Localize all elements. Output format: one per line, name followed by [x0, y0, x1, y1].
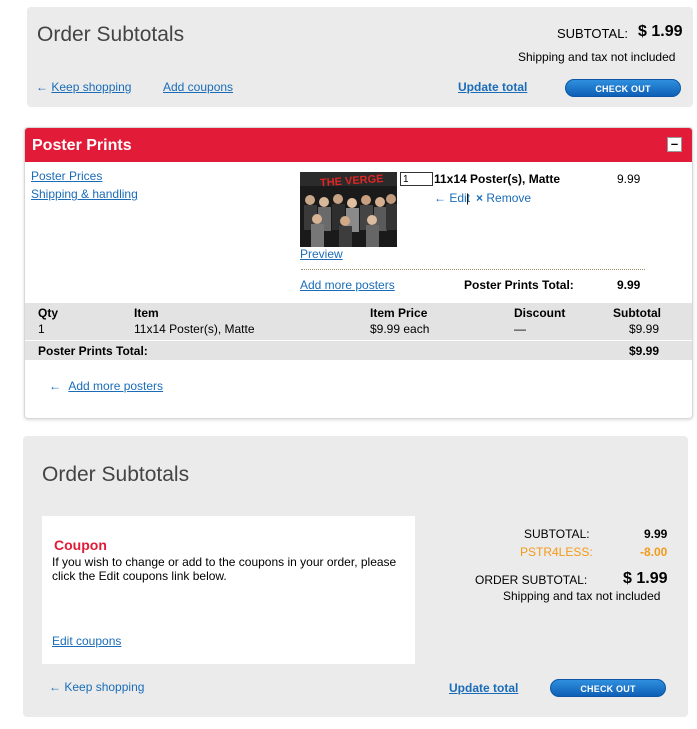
section-total-label: Poster Prints Total: [464, 278, 574, 292]
top-shipping-note: Shipping and tax not included [518, 50, 676, 64]
poster-thumbnail-image: THE VERGE [300, 172, 397, 247]
top-checkout-button[interactable]: CHECK OUT [565, 79, 681, 97]
add-coupons-link[interactable]: Add coupons [163, 80, 233, 94]
add-more-posters-bottom-link[interactable]: ← Add more posters [49, 379, 163, 393]
quantity-input[interactable] [400, 172, 433, 186]
table-row-discount: — [514, 322, 526, 336]
table-total-value: $9.99 [629, 344, 660, 358]
back-arrow-icon: ← [49, 379, 61, 393]
poster-prints-title: Poster Prints [32, 137, 132, 154]
top-keep-shopping-link[interactable]: ← Keep shopping [36, 80, 131, 94]
top-order-subtotals-panel: Order Subtotals SUBTOTAL: $ 1.99 Shippin… [27, 7, 693, 107]
col-header-qty: Qty [38, 306, 59, 320]
bottom-shipping-note: Shipping and tax not included [503, 589, 661, 603]
collapse-button[interactable]: – [667, 137, 682, 152]
add-more-posters-link[interactable]: Add more posters [300, 278, 395, 292]
remove-label: Remove [486, 191, 532, 205]
table-total-label: Poster Prints Total: [38, 344, 148, 358]
edit-link[interactable]: ← Edit [434, 191, 470, 205]
col-header-subtotal: Subtotal [613, 306, 661, 320]
table-divider [25, 340, 692, 341]
bottom-checkout-button[interactable]: CHECK OUT [550, 679, 666, 697]
bottom-subtotal-value: 9.99 [644, 527, 668, 541]
order-subtotal-value: $ 1.99 [623, 570, 668, 587]
bottom-panel-title: Order Subtotals [42, 463, 190, 486]
bottom-update-total-link[interactable]: Update total [449, 681, 518, 695]
close-icon: × [476, 191, 484, 205]
col-header-item-price: Item Price [370, 306, 428, 320]
item-price: 9.99 [617, 172, 641, 186]
bottom-keep-shopping-link[interactable]: ← Keep shopping [49, 680, 144, 694]
promo-code-label: PSTR4LESS: [520, 545, 593, 559]
bottom-order-subtotals-panel: Order Subtotals Coupon If you wish to ch… [23, 436, 688, 717]
dotted-divider [301, 269, 645, 270]
table-row-item-price: $9.99 each [370, 322, 430, 336]
edit-remove-divider: | [466, 191, 470, 205]
top-subtotal-label: SUBTOTAL: [557, 26, 629, 41]
add-more-posters-bottom-label: Add more posters [68, 379, 164, 393]
back-arrow-icon: ← [49, 680, 61, 694]
order-summary-table: Qty Item Item Price Discount Subtotal 1 … [25, 303, 692, 360]
edit-coupons-link[interactable]: Edit coupons [52, 634, 121, 648]
poster-thumbnail[interactable]: THE VERGE [300, 172, 397, 247]
shipping-handling-link[interactable]: Shipping & handling [31, 187, 138, 201]
top-panel-title: Order Subtotals [37, 23, 185, 46]
table-row-item: 11x14 Poster(s), Matte [134, 322, 255, 336]
bottom-keep-shopping-label: Keep shopping [64, 680, 145, 694]
back-arrow-icon: ← [434, 191, 446, 205]
top-update-total-link[interactable]: Update total [458, 80, 527, 94]
coupon-box: Coupon If you wish to change or add to t… [42, 516, 415, 664]
coupon-text: If you wish to change or add to the coup… [52, 555, 397, 583]
preview-link[interactable]: Preview [300, 247, 343, 261]
col-header-item: Item [134, 306, 159, 320]
table-row-subtotal: $9.99 [629, 322, 660, 336]
keep-shopping-label: Keep shopping [51, 80, 132, 94]
poster-prints-header: Poster Prints – [25, 128, 692, 162]
section-total-value: 9.99 [617, 278, 641, 292]
order-subtotal-label: ORDER SUBTOTAL: [475, 573, 588, 587]
top-subtotal-value: $ 1.99 [638, 23, 683, 40]
back-arrow-icon: ← [36, 80, 48, 94]
table-row-qty: 1 [38, 322, 45, 336]
coupon-heading: Coupon [54, 537, 107, 553]
poster-prints-card: Poster Prints – Poster Prices Shipping &… [24, 127, 693, 419]
item-name: 11x14 Poster(s), Matte [434, 172, 561, 186]
bottom-subtotal-label: SUBTOTAL: [524, 527, 590, 541]
poster-prices-link[interactable]: Poster Prices [31, 169, 102, 183]
remove-link[interactable]: × Remove [476, 191, 531, 205]
promo-code-value: -8.00 [640, 545, 668, 559]
col-header-discount: Discount [514, 306, 566, 320]
